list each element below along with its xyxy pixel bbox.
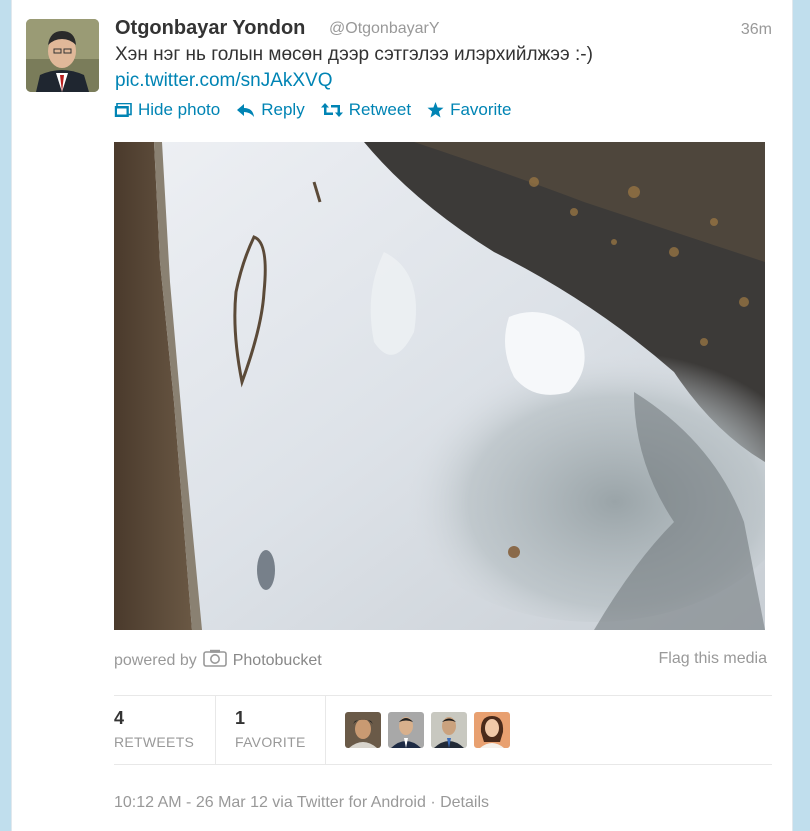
user-avatar[interactable] bbox=[345, 712, 381, 748]
tweet-permalink: Otgonbayar Yondon @OtgonbayarY 36m Хэн н… bbox=[11, 0, 793, 831]
user-avatar[interactable] bbox=[474, 712, 510, 748]
divider bbox=[114, 695, 772, 696]
author-name[interactable]: Otgonbayar Yondon bbox=[115, 17, 305, 40]
divider bbox=[114, 764, 772, 765]
provider-name[interactable]: Photobucket bbox=[233, 652, 322, 670]
retweets-stat[interactable]: 4 RETWEETS bbox=[114, 708, 194, 750]
favorite-label: Favorite bbox=[450, 100, 512, 119]
tweet-text: Хэн нэг нь голын мөсөн дээр сэтгэлээ илэ… bbox=[115, 44, 593, 65]
author-avatar[interactable] bbox=[26, 19, 99, 92]
author-handle[interactable]: @OtgonbayarY bbox=[329, 20, 440, 38]
reply-icon bbox=[236, 103, 255, 118]
tweet-actions: Hide photo Reply Retweet Favorite bbox=[114, 100, 512, 120]
user-avatar[interactable] bbox=[388, 712, 424, 748]
retweet-button[interactable]: Retweet bbox=[320, 100, 412, 120]
favorites-label: FAVORITE bbox=[235, 734, 306, 750]
favorite-button[interactable]: Favorite bbox=[427, 100, 512, 120]
divider bbox=[215, 696, 216, 764]
hide-photo-button[interactable]: Hide photo bbox=[114, 100, 220, 120]
tweet-photo[interactable] bbox=[114, 142, 765, 630]
camera-icon bbox=[202, 649, 227, 672]
user-avatar[interactable] bbox=[431, 712, 467, 748]
retweets-count: 4 bbox=[114, 708, 125, 728]
details-link[interactable]: Details bbox=[440, 794, 489, 811]
divider bbox=[325, 696, 326, 764]
hide-photo-label: Hide photo bbox=[138, 100, 221, 119]
flag-media-link[interactable]: Flag this media bbox=[659, 650, 768, 668]
reply-label: Reply bbox=[261, 100, 305, 119]
tweet-meta: 10:12 AM - 26 Mar 12 via Twitter for And… bbox=[114, 794, 489, 812]
star-icon bbox=[427, 102, 444, 118]
meta-separator: · bbox=[430, 794, 436, 811]
retweet-label: Retweet bbox=[348, 100, 412, 119]
favorites-stat[interactable]: 1 FAVORITE bbox=[235, 708, 306, 750]
retweet-icon bbox=[320, 103, 343, 117]
powered-by-label: powered by bbox=[114, 651, 197, 669]
tweet-timestamp[interactable]: 36m bbox=[741, 21, 772, 39]
reply-button[interactable]: Reply bbox=[236, 100, 305, 120]
media-link[interactable]: pic.twitter.com/snJAkXVQ bbox=[115, 70, 333, 92]
media-attribution: powered by Photobucket bbox=[114, 649, 322, 672]
retweets-label: RETWEETS bbox=[114, 734, 195, 750]
full-timestamp[interactable]: 10:12 AM - 26 Mar 12 via Twitter for And… bbox=[114, 794, 426, 811]
favorites-count: 1 bbox=[235, 708, 246, 728]
photo-icon bbox=[114, 102, 132, 118]
